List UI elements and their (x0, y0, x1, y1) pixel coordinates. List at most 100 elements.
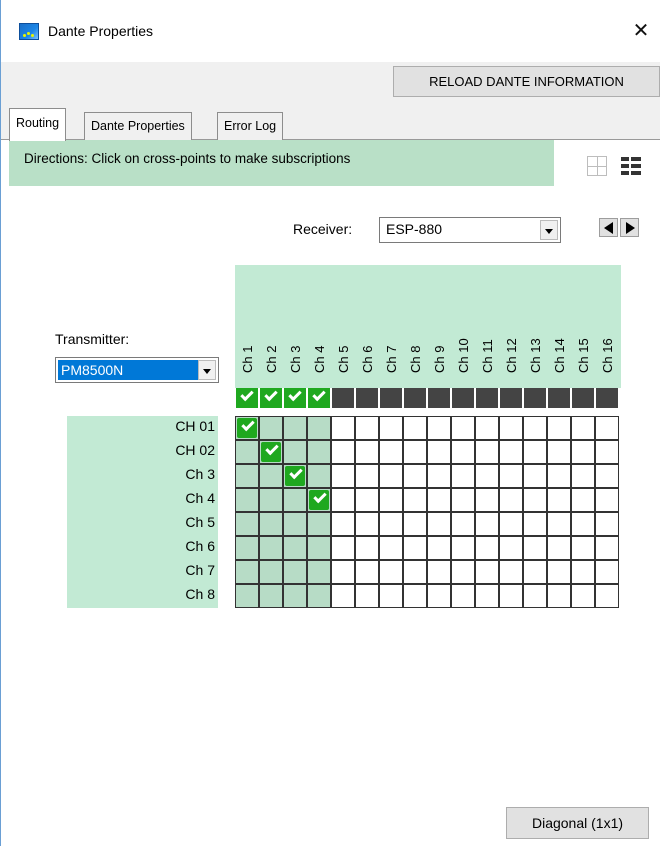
crosspoint-cell[interactable] (379, 560, 403, 584)
crosspoint-cell[interactable] (475, 560, 499, 584)
crosspoint-cell[interactable] (523, 488, 547, 512)
crosspoint-cell[interactable] (235, 512, 259, 536)
crosspoint-cell[interactable] (259, 536, 283, 560)
crosspoint-cell[interactable] (523, 512, 547, 536)
crosspoint-cell[interactable] (547, 512, 571, 536)
crosspoint-cell[interactable] (595, 560, 619, 584)
crosspoint-cell[interactable] (403, 464, 427, 488)
crosspoint-cell[interactable] (379, 512, 403, 536)
crosspoint-cell[interactable] (307, 536, 331, 560)
crosspoint-cell[interactable] (283, 536, 307, 560)
crosspoint-cell[interactable] (235, 536, 259, 560)
crosspoint-cell[interactable] (475, 512, 499, 536)
crosspoint-cell[interactable] (283, 440, 307, 464)
crosspoint-cell[interactable] (331, 416, 355, 440)
crosspoint-cell[interactable] (475, 440, 499, 464)
crosspoint-cell[interactable] (427, 536, 451, 560)
crosspoint-cell[interactable] (571, 416, 595, 440)
crosspoint-cell[interactable] (307, 488, 331, 512)
crosspoint-cell[interactable] (547, 560, 571, 584)
list-view-icon[interactable] (621, 156, 641, 176)
crosspoint-cell[interactable] (259, 560, 283, 584)
crosspoint-cell[interactable] (595, 536, 619, 560)
crosspoint-cell[interactable] (427, 416, 451, 440)
crosspoint-cell[interactable] (403, 416, 427, 440)
crosspoint-cell[interactable] (259, 416, 283, 440)
chevron-down-icon[interactable] (198, 360, 216, 380)
crosspoint-cell[interactable] (571, 536, 595, 560)
crosspoint-cell[interactable] (547, 536, 571, 560)
crosspoint-cell[interactable] (427, 464, 451, 488)
crosspoint-cell[interactable] (571, 440, 595, 464)
crosspoint-cell[interactable] (379, 536, 403, 560)
crosspoint-cell[interactable] (259, 488, 283, 512)
tab-dante-properties[interactable]: Dante Properties (84, 112, 192, 140)
crosspoint-cell[interactable] (331, 560, 355, 584)
crosspoint-cell[interactable] (595, 416, 619, 440)
crosspoint-cell[interactable] (547, 416, 571, 440)
crosspoint-cell[interactable] (235, 488, 259, 512)
crosspoint-cell[interactable] (451, 560, 475, 584)
crosspoint-cell[interactable] (235, 416, 259, 440)
crosspoint-cell[interactable] (499, 416, 523, 440)
crosspoint-cell[interactable] (331, 488, 355, 512)
crosspoint-cell[interactable] (355, 464, 379, 488)
crosspoint-cell[interactable] (331, 512, 355, 536)
crosspoint-cell[interactable] (259, 440, 283, 464)
reload-dante-information-button[interactable]: RELOAD DANTE INFORMATION (393, 66, 660, 97)
crosspoint-cell[interactable] (307, 416, 331, 440)
crosspoint-cell[interactable] (235, 464, 259, 488)
crosspoint-cell[interactable] (523, 440, 547, 464)
crosspoint-cell[interactable] (259, 584, 283, 608)
crosspoint-cell[interactable] (595, 512, 619, 536)
crosspoint-cell[interactable] (547, 488, 571, 512)
crosspoint-cell[interactable] (379, 584, 403, 608)
crosspoint-cell[interactable] (307, 560, 331, 584)
crosspoint-cell[interactable] (499, 440, 523, 464)
crosspoint-cell[interactable] (355, 440, 379, 464)
crosspoint-cell[interactable] (355, 416, 379, 440)
crosspoint-cell[interactable] (451, 536, 475, 560)
crosspoint-cell[interactable] (307, 440, 331, 464)
crosspoint-cell[interactable] (475, 464, 499, 488)
crosspoint-cell[interactable] (523, 464, 547, 488)
crosspoint-cell[interactable] (523, 584, 547, 608)
crosspoint-cell[interactable] (523, 416, 547, 440)
crosspoint-cell[interactable] (523, 536, 547, 560)
crosspoint-cell[interactable] (571, 488, 595, 512)
crosspoint-cell[interactable] (595, 440, 619, 464)
crosspoint-cell[interactable] (235, 560, 259, 584)
crosspoint-cell[interactable] (451, 464, 475, 488)
crosspoint-cell[interactable] (499, 560, 523, 584)
crosspoint-cell[interactable] (403, 512, 427, 536)
crosspoint-cell[interactable] (283, 560, 307, 584)
crosspoint-cell[interactable] (403, 536, 427, 560)
crosspoint-cell[interactable] (403, 560, 427, 584)
crosspoint-cell[interactable] (379, 440, 403, 464)
crosspoint-cell[interactable] (451, 488, 475, 512)
crosspoint-cell[interactable] (571, 464, 595, 488)
crosspoint-cell[interactable] (547, 440, 571, 464)
crosspoint-cell[interactable] (331, 584, 355, 608)
crosspoint-cell[interactable] (523, 560, 547, 584)
crosspoint-cell[interactable] (475, 536, 499, 560)
crosspoint-cell[interactable] (499, 536, 523, 560)
crosspoint-cell[interactable] (235, 584, 259, 608)
crosspoint-cell[interactable] (427, 512, 451, 536)
crosspoint-cell[interactable] (475, 488, 499, 512)
crosspoint-cell[interactable] (451, 512, 475, 536)
crosspoint-cell[interactable] (427, 584, 451, 608)
crosspoint-cell[interactable] (499, 488, 523, 512)
receiver-select[interactable]: ESP-880 (379, 217, 561, 243)
crosspoint-cell[interactable] (235, 440, 259, 464)
crosspoint-cell[interactable] (283, 512, 307, 536)
diagonal-button[interactable]: Diagonal (1x1) (506, 807, 649, 839)
crosspoint-cell[interactable] (403, 440, 427, 464)
crosspoint-cell[interactable] (307, 512, 331, 536)
crosspoint-cell[interactable] (595, 488, 619, 512)
crosspoint-cell[interactable] (547, 584, 571, 608)
crosspoint-cell[interactable] (307, 584, 331, 608)
crosspoint-cell[interactable] (571, 560, 595, 584)
crosspoint-cell[interactable] (379, 416, 403, 440)
crosspoint-cell[interactable] (595, 584, 619, 608)
